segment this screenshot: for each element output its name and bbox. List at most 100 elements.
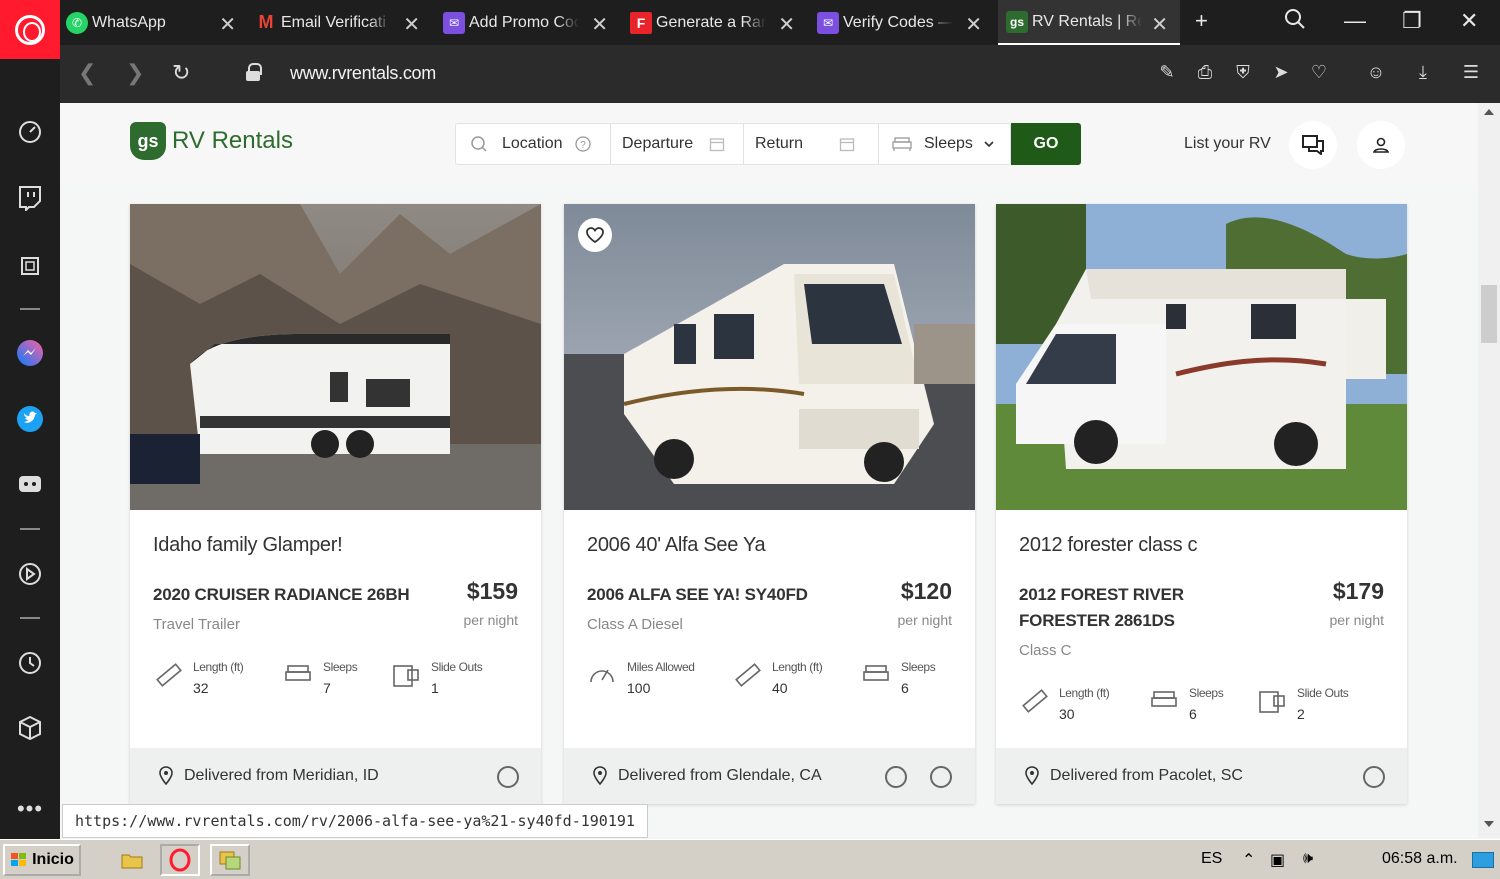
tab-add-promo[interactable]: ✉ Add Promo Coc ✕	[443, 0, 608, 45]
messenger-icon[interactable]	[15, 338, 45, 368]
return-field[interactable]: Return	[755, 124, 873, 164]
clock[interactable]: 06:58 a.m.	[1382, 850, 1458, 868]
history-icon[interactable]	[15, 648, 45, 678]
user-icon	[1372, 137, 1390, 153]
location-field[interactable]: Location ?	[470, 124, 605, 164]
url-field[interactable]: www.rvrentals.com	[290, 63, 436, 84]
spec-label: Length (ft)	[772, 660, 823, 674]
spec-miles: Miles Allowed 100	[587, 660, 695, 696]
windows-explorer-icon[interactable]	[210, 844, 250, 876]
heart-icon[interactable]: ♡	[1308, 62, 1330, 84]
spec-sleeps: Sleeps 6	[861, 660, 936, 696]
bed-icon	[892, 137, 912, 151]
show-desktop-icon[interactable]	[1472, 852, 1494, 868]
delivery-footer: Delivered from Meridian, ID	[130, 748, 541, 804]
opera-taskbar-icon[interactable]	[160, 844, 200, 876]
listing-title[interactable]: Idaho family Glamper!	[153, 534, 343, 557]
shield-icon[interactable]: ⛨	[1232, 62, 1254, 84]
search-icon	[471, 136, 487, 152]
departure-field[interactable]: Departure	[622, 124, 740, 164]
file-explorer-icon[interactable]	[112, 844, 152, 876]
pet-friendly-icon	[930, 766, 952, 788]
close-window-icon[interactable]: ✕	[1460, 8, 1478, 34]
download-icon[interactable]: ⤓	[1412, 62, 1434, 84]
delivery-location: Delivered from Glendale, CA	[618, 767, 822, 784]
spec-value: 6	[1189, 706, 1197, 722]
return-placeholder: Return	[755, 135, 804, 152]
spec-slide-outs: Slide Outs 2	[1257, 686, 1349, 722]
easy-setup-icon[interactable]: ☰	[1460, 62, 1482, 84]
listing-title[interactable]: 2012 forester class c	[1019, 534, 1198, 557]
spec-value: 6	[901, 680, 909, 696]
start-button[interactable]: Inicio	[3, 844, 81, 876]
search-tabs-icon[interactable]	[1284, 8, 1306, 36]
scroll-up-icon[interactable]	[1484, 109, 1494, 115]
tab-rv-rentals[interactable]: gs RV Rentals | Re ✕	[998, 0, 1180, 45]
extensions-cube-icon[interactable]	[15, 713, 45, 743]
favorite-button[interactable]	[578, 218, 612, 252]
listing-type: Travel Trailer	[153, 616, 240, 633]
reload-icon[interactable]: ↻	[172, 60, 190, 86]
cpu-icon[interactable]	[15, 251, 45, 281]
close-icon[interactable]: ✕	[403, 12, 420, 37]
edit-icon[interactable]: ✎	[1156, 62, 1178, 84]
network-icon[interactable]: ▣	[1270, 850, 1285, 870]
back-icon[interactable]: ❮	[78, 60, 96, 86]
tab-verify-codes[interactable]: ✉ Verify Codes — ✕	[817, 0, 982, 45]
close-icon[interactable]: ✕	[965, 12, 982, 37]
account-button[interactable]	[1357, 121, 1405, 169]
opera-menu-icon[interactable]	[0, 0, 60, 59]
minimize-icon[interactable]: —	[1344, 8, 1366, 34]
close-icon[interactable]: ✕	[1151, 12, 1168, 37]
listing-card[interactable]: 2006 40' Alfa See Ya 2006 ALFA SEE YA! S…	[564, 204, 975, 804]
player-icon[interactable]	[15, 559, 45, 589]
language-indicator[interactable]: ES	[1201, 850, 1222, 868]
go-button[interactable]: GO	[1011, 123, 1081, 165]
calendar-icon	[710, 138, 725, 152]
listing-card[interactable]: 2012 forester class c 2012 FOREST RIVER …	[996, 204, 1407, 804]
page-scrollbar[interactable]	[1478, 103, 1500, 838]
sleeps-dropdown[interactable]: Sleeps	[892, 124, 1002, 164]
help-icon[interactable]: ?	[574, 136, 591, 152]
discord-icon[interactable]	[15, 470, 45, 500]
twitter-icon[interactable]	[15, 404, 45, 434]
rv-photo[interactable]	[130, 204, 541, 510]
close-icon[interactable]: ✕	[219, 12, 236, 37]
messages-button[interactable]	[1289, 121, 1337, 169]
volume-icon[interactable]: 🕪	[1303, 850, 1313, 868]
send-icon[interactable]: ➤	[1270, 62, 1292, 84]
restore-icon[interactable]: ❐	[1402, 8, 1422, 34]
spec-slide-outs: Slide Outs 1	[391, 660, 483, 696]
spec-length: Length (ft) 32	[153, 660, 244, 696]
delivery-location: Delivered from Meridian, ID	[184, 767, 379, 784]
camera-icon[interactable]: ⎙	[1194, 62, 1216, 84]
status-link-preview: https://www.rvrentals.com/rv/2006-alfa-s…	[62, 804, 648, 838]
more-icon[interactable]: •••	[15, 794, 45, 824]
tab-whatsapp[interactable]: ✆ WhatsApp ✕	[66, 0, 236, 45]
list-your-rv-link[interactable]: List your RV	[1184, 135, 1271, 153]
rv-photo[interactable]	[996, 204, 1407, 510]
spec-length: Length (ft) 30	[1019, 686, 1110, 722]
forward-icon[interactable]: ❯	[126, 60, 144, 86]
scroll-down-icon[interactable]	[1484, 821, 1494, 827]
scroll-thumb[interactable]	[1481, 285, 1497, 343]
tab-generate-random[interactable]: F Generate a Ran ✕	[630, 0, 795, 45]
new-tab-icon[interactable]: +	[1195, 8, 1208, 34]
brand-name[interactable]: RV Rentals	[172, 127, 293, 155]
brand-logo-icon[interactable]: gs	[130, 122, 166, 160]
close-icon[interactable]: ✕	[778, 12, 795, 37]
close-icon[interactable]: ✕	[591, 12, 608, 37]
account-icon[interactable]: ☺	[1365, 62, 1387, 84]
gmail-icon: M	[258, 12, 274, 32]
tab-email-verification[interactable]: M Email Verificati ✕	[255, 0, 421, 45]
show-hidden-icons[interactable]: ⌃	[1242, 850, 1255, 870]
listing-card[interactable]: Idaho family Glamper! 2020 CRUISER RADIA…	[130, 204, 541, 804]
rv-photo[interactable]	[564, 204, 975, 510]
listing-price: $120	[900, 578, 952, 604]
spec-label: Length (ft)	[1059, 686, 1110, 700]
search-divider	[878, 124, 879, 164]
speed-dial-icon[interactable]	[15, 117, 45, 147]
listing-title[interactable]: 2006 40' Alfa See Ya	[587, 534, 766, 557]
twitch-icon[interactable]	[15, 183, 45, 213]
address-bar: ❮ ❯ ↻ www.rvrentals.com ✎ ⎙ ⛨ ➤ ♡ ☺ ⤓ ☰	[60, 45, 1500, 103]
